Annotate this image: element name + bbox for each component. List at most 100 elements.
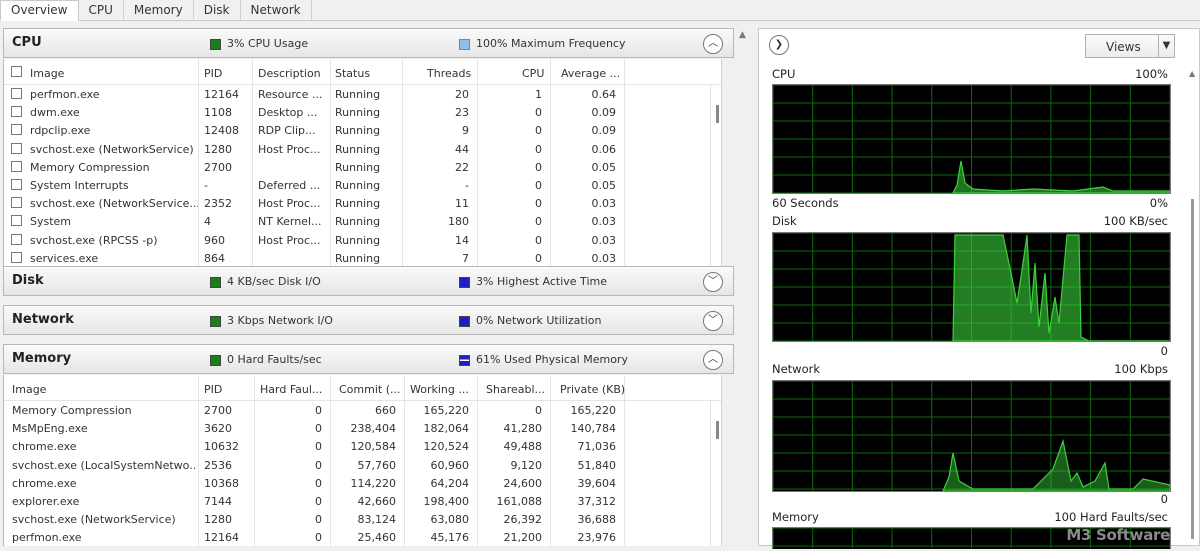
row-checkbox[interactable] [11, 179, 22, 190]
tab-memory[interactable]: Memory [124, 0, 194, 21]
column-header-private[interactable]: Private (KB) [560, 383, 625, 396]
disk-section-header[interactable]: Disk 4 KB/sec Disk I/O 3% Highest Active… [3, 266, 734, 296]
row-checkbox[interactable] [11, 251, 22, 263]
cpu-graph [772, 84, 1171, 194]
table-cell: 0 [315, 476, 322, 490]
expand-arrow-icon[interactable]: ❯ [769, 35, 789, 55]
table-cell: 660 [375, 404, 396, 417]
memory-process-table: Image PID Hard Faul... Commit (... Worki… [3, 375, 722, 546]
table-row[interactable]: dwm.exe 1108 Desktop ... Running 23 0 0.09 [4, 103, 721, 121]
table-cell: 3620 [204, 422, 232, 436]
table-cell: 0 [535, 160, 542, 174]
table-row[interactable]: perfmon.exe 12164 0 25,460 45,176 21,200 23,97… [4, 528, 721, 546]
row-checkbox[interactable] [11, 233, 22, 245]
table-cell: 0 [535, 404, 542, 417]
table-row[interactable]: perfmon.exe 12164 Resource ... Running 20 1 0.… [4, 85, 721, 103]
cpu-table-scrollbar[interactable] [710, 85, 721, 289]
tab-disk[interactable]: Disk [194, 0, 241, 21]
column-header-cpu[interactable]: CPU [522, 67, 544, 80]
table-row[interactable]: System Interrupts - Deferred ... Running - 0 0… [4, 176, 721, 194]
memory-table-header: Image PID Hard Faul... Commit (... Worki… [4, 375, 721, 401]
table-row[interactable]: chrome.exe 10368 0 114,220 64,204 24,600 39,60… [4, 474, 721, 492]
table-row[interactable]: svchost.exe (NetworkService) 1280 Host Pro… [4, 140, 721, 158]
table-row[interactable]: svchost.exe (NetworkService... 2352 Host P… [4, 194, 721, 212]
table-row[interactable]: Memory Compression 2700 Running 22 0 0.05 [4, 158, 721, 176]
scroll-up-arrow-icon[interactable]: ▲ [739, 30, 746, 40]
table-row[interactable]: chrome.exe 10632 0 120,584 120,524 49,488 71,0… [4, 437, 721, 455]
row-checkbox[interactable] [11, 124, 22, 136]
tab-overview[interactable]: Overview [0, 0, 79, 21]
dropdown-arrow-icon[interactable]: ▼ [1158, 35, 1174, 57]
column-header-shareable[interactable]: Shareabl... [486, 383, 545, 396]
table-cell: 20 [455, 88, 469, 101]
memory-section-header[interactable]: Memory 0 Hard Faults/sec 61% Used Physic… [3, 344, 734, 374]
row-checkbox[interactable] [11, 142, 22, 154]
table-row[interactable]: svchost.exe (LocalSystemNetwo... 2536 0 57,… [4, 456, 721, 474]
cpu-table-header: Image PID Description Status Threads CPU… [4, 59, 721, 85]
row-checkbox[interactable] [11, 160, 22, 172]
panel-splitter[interactable]: ▲ [737, 22, 751, 546]
row-checkbox[interactable] [11, 106, 22, 118]
table-cell: 24,600 [503, 476, 543, 490]
table-cell: 7144 [204, 495, 232, 508]
tab-cpu[interactable]: CPU [79, 0, 124, 21]
table-cell: 0 [315, 422, 322, 436]
table-cell: 0.03 [591, 215, 617, 229]
column-header-hard-faults[interactable]: Hard Faul... [260, 383, 322, 396]
row-checkbox[interactable] [11, 88, 22, 99]
table-cell: services.exe [30, 251, 99, 265]
row-checkbox[interactable] [11, 197, 22, 209]
table-cell: 140,784 [570, 422, 617, 436]
column-header-status[interactable]: Status [335, 67, 370, 80]
table-cell: Running [335, 179, 381, 192]
table-cell: 22 [455, 160, 469, 174]
table-row[interactable]: rdpclip.exe 12408 RDP Clip... Running 9 0 0.09 [4, 121, 721, 139]
collapse-chevron-icon[interactable]: ︿ [703, 34, 723, 54]
table-cell: 49,488 [503, 440, 543, 454]
table-cell: 0 [315, 495, 322, 508]
table-row[interactable]: MsMpEng.exe 3620 0 238,404 182,064 41,280 140,… [4, 419, 721, 437]
scrollbar-thumb[interactable] [1191, 199, 1194, 539]
column-header-commit[interactable]: Commit (... [339, 383, 401, 396]
table-row[interactable]: services.exe 864 Running 7 0 0.03 [4, 249, 721, 267]
table-cell: 0.05 [591, 179, 617, 192]
column-header-pid[interactable]: PID [204, 67, 222, 80]
select-all-checkbox[interactable] [11, 66, 22, 77]
column-header-pid[interactable]: PID [204, 383, 222, 396]
scrollbar-thumb[interactable] [716, 421, 719, 439]
table-cell: - [465, 179, 469, 192]
column-header-average-cpu[interactable]: Average ... [561, 67, 620, 80]
table-row[interactable]: svchost.exe (NetworkService) 1280 0 83,124 6… [4, 510, 721, 528]
table-row[interactable]: explorer.exe 7144 0 42,660 198,400 161,088 37,… [4, 492, 721, 510]
scrollbar-thumb[interactable] [716, 105, 719, 123]
expand-chevron-icon[interactable]: ﹀ [703, 272, 723, 292]
table-cell: 0.09 [591, 106, 617, 120]
column-header-description[interactable]: Description [258, 67, 321, 80]
table-cell: 120,524 [423, 440, 470, 454]
network-section-header[interactable]: Network 3 Kbps Network I/O 0% Network Ut… [3, 305, 734, 335]
row-checkbox[interactable] [11, 215, 22, 227]
table-cell: 0 [535, 106, 542, 120]
column-header-image[interactable]: Image [30, 67, 64, 80]
cpu-graph-min: 0% [1149, 196, 1168, 210]
table-row[interactable]: System 4 NT Kernel... Running 180 0 0.03 [4, 212, 721, 230]
table-cell: 165,220 [570, 404, 617, 417]
collapse-chevron-icon[interactable]: ︿ [703, 350, 723, 370]
column-header-working-set[interactable]: Working ... [410, 383, 469, 396]
views-dropdown[interactable]: Views ▼ [1085, 34, 1175, 58]
disk-graph-min: 0 [1160, 344, 1168, 358]
table-cell: perfmon.exe [30, 88, 100, 101]
scroll-up-arrow-icon[interactable]: ▲ [1189, 69, 1195, 78]
column-header-threads[interactable]: Threads [427, 67, 471, 80]
right-panel-scrollbar[interactable]: ▲ [1187, 69, 1199, 545]
table-cell: 960 [204, 233, 225, 247]
table-cell: 0 [315, 458, 322, 472]
memory-table-scrollbar[interactable] [710, 401, 721, 546]
expand-chevron-icon[interactable]: ﹀ [703, 311, 723, 331]
column-header-image[interactable]: Image [12, 383, 46, 396]
tab-network[interactable]: Network [241, 0, 312, 21]
table-row[interactable]: Memory Compression 2700 0 660 165,220 0 165,22… [4, 401, 721, 419]
table-cell: 37,312 [577, 495, 617, 508]
table-row[interactable]: svchost.exe (RPCSS -p) 960 Host Proc... Run… [4, 231, 721, 249]
cpu-section-header[interactable]: CPU 3% CPU Usage 100% Maximum Frequency … [3, 28, 734, 58]
